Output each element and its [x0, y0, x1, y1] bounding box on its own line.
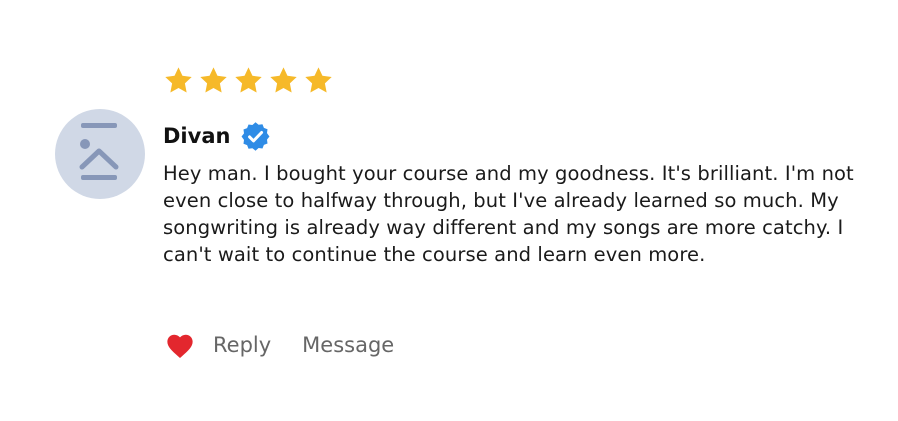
star-icon — [163, 65, 194, 96]
star-rating — [163, 65, 334, 96]
author-row: Divan — [163, 119, 271, 153]
star-icon — [303, 65, 334, 96]
star-icon — [268, 65, 299, 96]
review-card: Divan Hey man. I bought your course and … — [0, 0, 898, 421]
avatar[interactable] — [55, 109, 145, 199]
avatar-placeholder-icon — [79, 123, 119, 180]
message-button[interactable]: Message — [302, 333, 394, 357]
reply-button[interactable]: Reply — [213, 333, 271, 357]
author-name[interactable]: Divan — [163, 124, 230, 148]
star-icon — [198, 65, 229, 96]
heart-icon[interactable] — [165, 332, 195, 359]
review-actions: Reply Message — [165, 328, 394, 362]
review-text: Hey man. I bought your course and my goo… — [163, 162, 854, 266]
verified-badge-icon — [240, 121, 271, 152]
star-icon — [233, 65, 264, 96]
